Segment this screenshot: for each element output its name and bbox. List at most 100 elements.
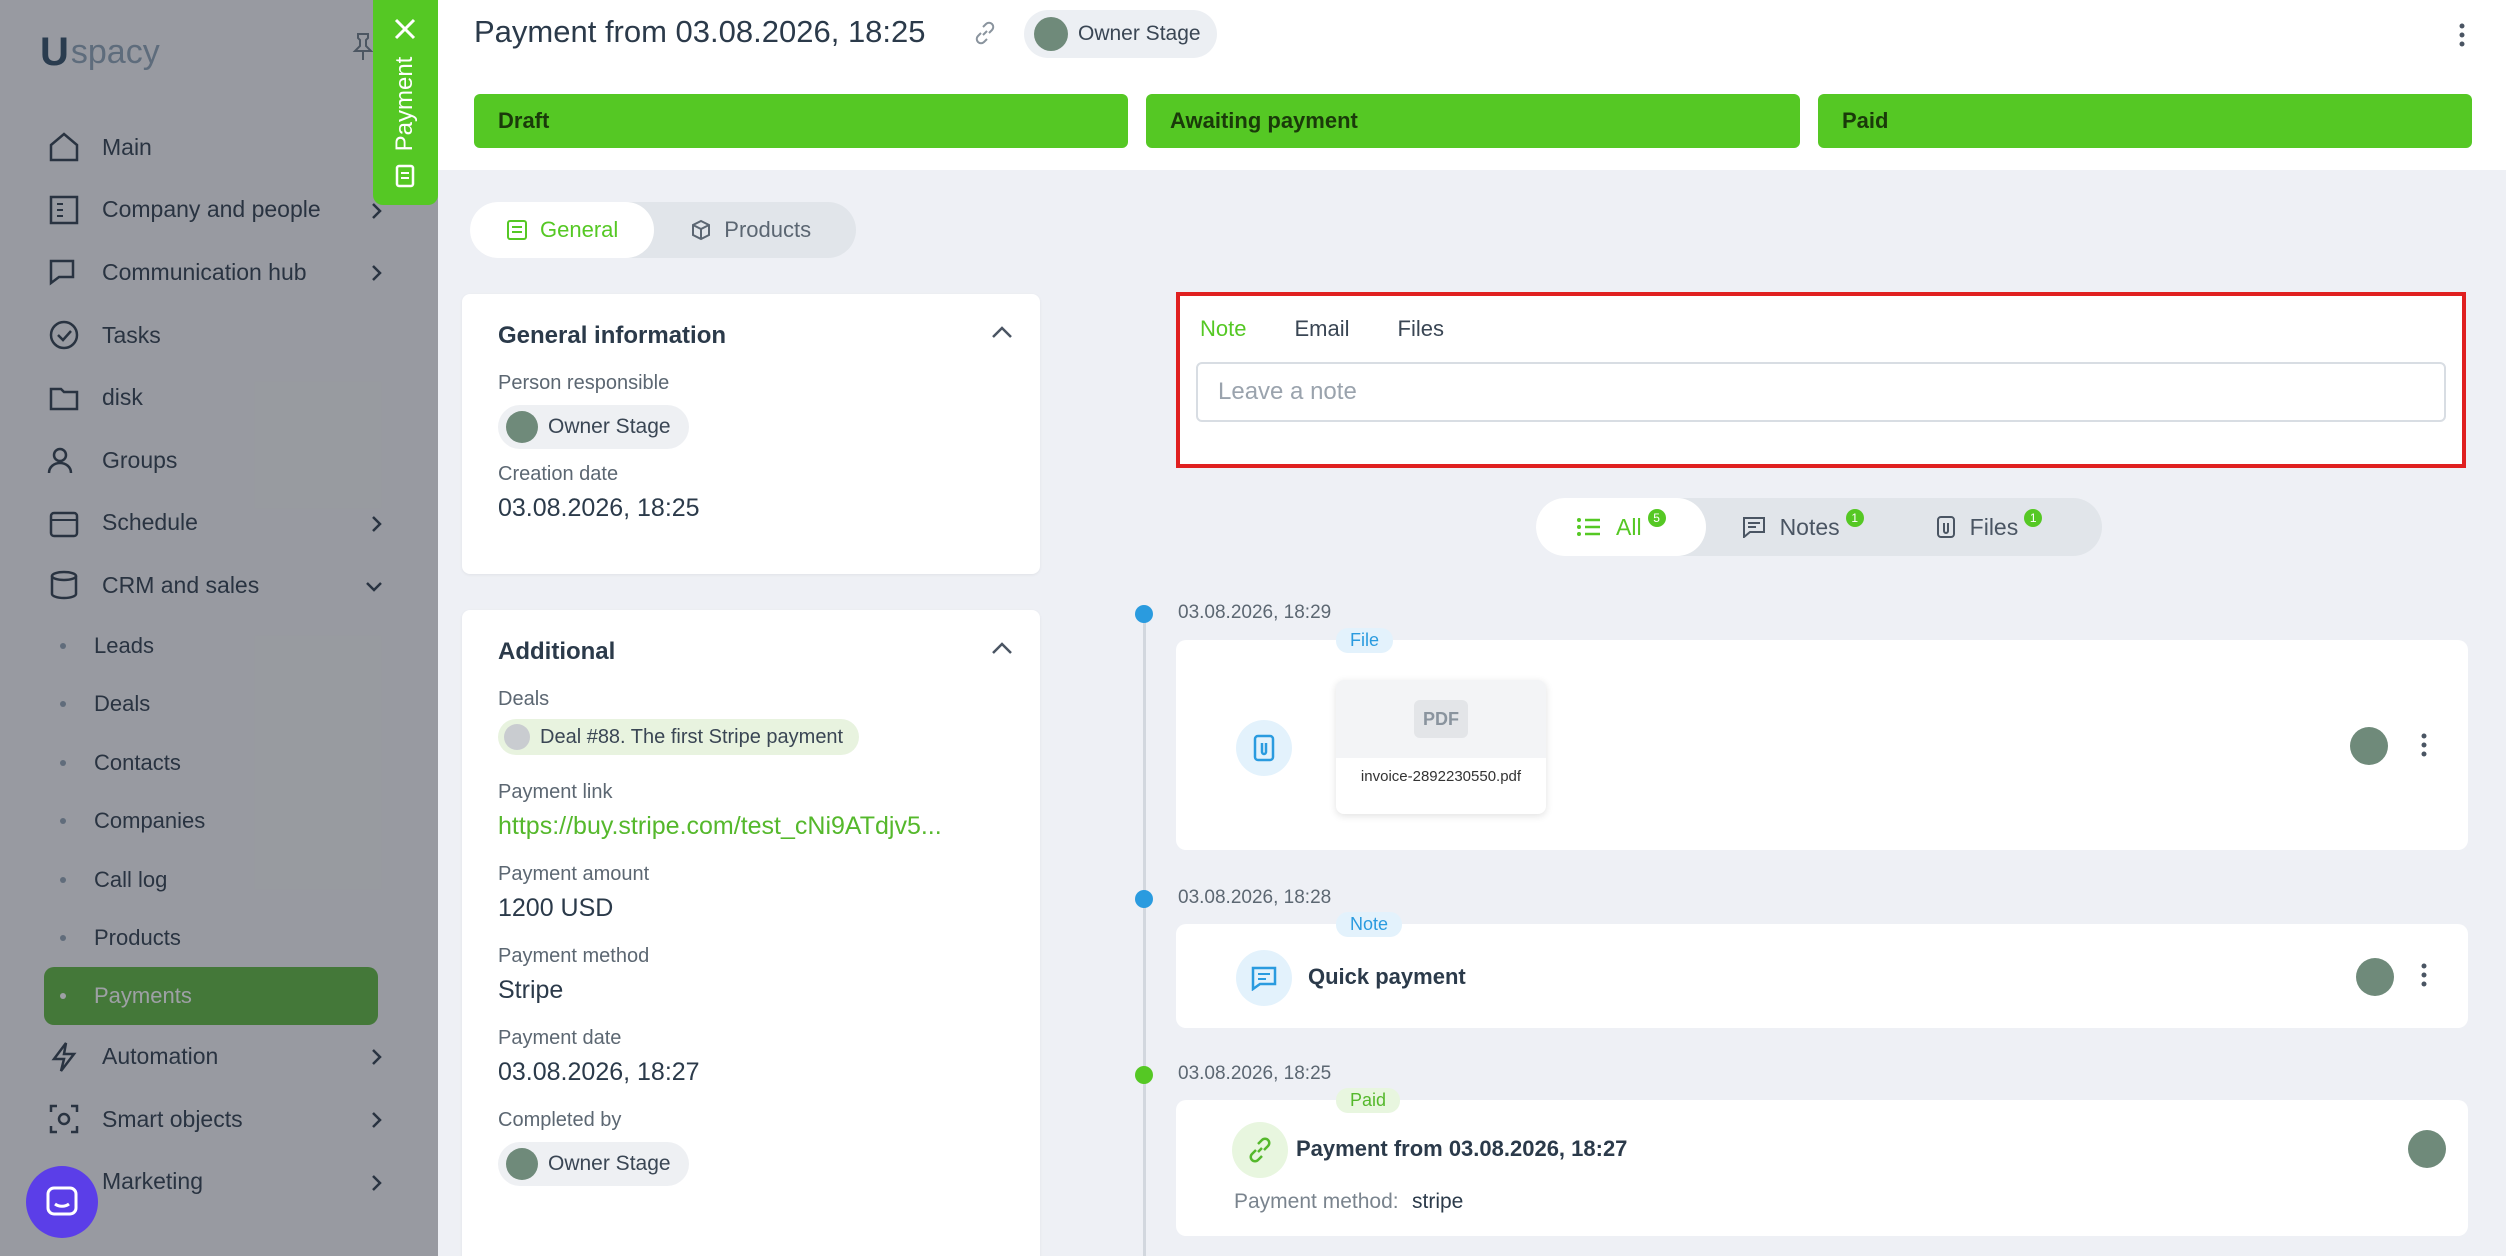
file-icon [1936, 516, 1955, 538]
field-label: Person responsible [498, 372, 670, 394]
payment-side-tab[interactable]: Payment [373, 0, 438, 205]
list-icon [1577, 518, 1600, 536]
chevron-up-icon[interactable] [990, 324, 1014, 340]
timeline-dot [1135, 605, 1153, 623]
filter-files[interactable]: Files 1 [1900, 498, 2079, 556]
payment-amount-value: 1200 USD [498, 894, 614, 922]
timeline-dot [1135, 1066, 1153, 1084]
field-label: Payment amount [498, 863, 650, 885]
field-label: Payment method [498, 945, 650, 967]
composer-tabs: Note Email Files [1200, 316, 1444, 342]
filter-label: Notes [1779, 513, 1840, 540]
timeline-dot [1135, 890, 1153, 908]
filter-all[interactable]: All 5 [1536, 498, 1706, 556]
chat-support-button[interactable] [26, 1166, 98, 1238]
field-label: Payment method: [1234, 1190, 1399, 1213]
timeline-tag: Paid [1336, 1088, 1401, 1113]
creation-date-value: 03.08.2026, 18:25 [498, 494, 700, 522]
avatar [506, 411, 538, 443]
chevron-up-icon[interactable] [990, 640, 1014, 656]
timeline-item-payment: Paid Payment from 03.08.2026, 18:27 Paym… [1176, 1088, 2468, 1236]
header: Payment from 03.08.2026, 18:25 Owner Sta… [438, 0, 2506, 170]
count-badge: 1 [1845, 509, 1864, 527]
tab-label: Products [724, 217, 812, 242]
additional-card: Additional Deals Deal #88. The first Str… [462, 610, 1040, 1256]
side-tab-label: Payment [391, 56, 418, 152]
field-label: Payment link [498, 781, 613, 803]
file-name: invoice-2892230550.pdf [1360, 768, 1522, 785]
avatar[interactable] [2350, 727, 2388, 765]
timeline-line [1143, 612, 1146, 1256]
payment-title[interactable]: Payment from 03.08.2026, 18:27 [1296, 1136, 1627, 1162]
note-icon [1236, 950, 1292, 1006]
person-name: Owner Stage [548, 415, 671, 438]
timeline-date: 03.08.2026, 18:25 [1178, 1063, 1332, 1084]
payment-detail-panel: Payment from 03.08.2026, 18:25 Owner Sta… [438, 0, 2506, 1256]
box-icon [692, 219, 711, 241]
stage-draft[interactable]: Draft [474, 94, 1128, 148]
count-badge: 1 [2024, 509, 2043, 527]
filter-notes[interactable]: Notes 1 [1706, 498, 1900, 556]
note-composer: Note Email Files Leave a note [1176, 292, 2466, 468]
payment-method-value: Stripe [498, 976, 564, 1004]
note-text: Quick payment [1308, 964, 1466, 989]
field-label: Completed by [498, 1109, 622, 1131]
payment-link-icon [1232, 1122, 1288, 1178]
note-input[interactable]: Leave a note [1196, 362, 2446, 422]
stage-awaiting-payment[interactable]: Awaiting payment [1146, 94, 1800, 148]
more-options-icon[interactable] [2420, 732, 2428, 758]
more-options-icon[interactable] [2420, 962, 2428, 988]
person-responsible-chip[interactable]: Owner Stage [498, 405, 689, 449]
field-label: Creation date [498, 463, 619, 485]
file-icon [1236, 720, 1292, 776]
timeline-tag: Note [1336, 912, 1403, 937]
person-name: Owner Stage [548, 1152, 671, 1175]
deal-icon [504, 724, 530, 750]
link-icon[interactable] [972, 20, 998, 46]
tab-products[interactable]: Products [654, 202, 847, 258]
timeline-item-file: File PDF invoice-2892230550.pdf [1176, 628, 2468, 850]
filter-label: All [1616, 513, 1642, 540]
tab-note[interactable]: Note [1200, 316, 1246, 342]
payment-link[interactable]: https://buy.stripe.com/test_cNi9ATdjv5..… [498, 812, 1004, 841]
filter-label: Files [1969, 513, 2019, 540]
payment-date-value: 03.08.2026, 18:27 [498, 1058, 700, 1086]
tab-email[interactable]: Email [1294, 316, 1349, 342]
stage-bar: Draft Awaiting payment Paid [474, 94, 2472, 148]
count-badge: 5 [1647, 509, 1666, 527]
timeline-filter: All 5 Notes 1 Files 1 [1536, 498, 2102, 556]
timeline-date: 03.08.2026, 18:29 [1178, 602, 1332, 623]
tab-label: General [540, 217, 619, 242]
more-options-icon[interactable] [2458, 22, 2466, 48]
note-icon [1742, 517, 1765, 538]
payment-method-value: stripe [1412, 1190, 1464, 1213]
tab-general[interactable]: General [470, 202, 655, 258]
close-icon[interactable] [390, 14, 420, 44]
avatar[interactable] [2356, 958, 2394, 996]
timeline-date: 03.08.2026, 18:28 [1178, 887, 1332, 908]
document-icon [395, 164, 415, 188]
avatar[interactable] [2408, 1130, 2446, 1168]
section-title: General information [498, 322, 727, 349]
owner-chip[interactable]: Owner Stage [1024, 10, 1217, 58]
file-preview: PDF [1336, 680, 1546, 758]
page-title: Payment from 03.08.2026, 18:25 [474, 14, 926, 49]
general-information-card: General information Person responsible O… [462, 294, 1040, 574]
timeline-tag: File [1336, 628, 1394, 653]
field-label: Deals [498, 688, 550, 710]
tab-files[interactable]: Files [1398, 316, 1444, 342]
document-icon [507, 220, 527, 240]
file-attachment[interactable]: PDF invoice-2892230550.pdf [1336, 680, 1546, 814]
pdf-icon: PDF [1414, 700, 1468, 738]
detail-tabs: General Products [470, 202, 856, 258]
field-label: Payment date [498, 1027, 622, 1049]
completed-by-chip[interactable]: Owner Stage [498, 1142, 689, 1186]
timeline-item-note: Note Quick payment [1176, 912, 2468, 1028]
avatar [1034, 17, 1068, 51]
avatar [506, 1148, 538, 1180]
chat-icon [46, 1186, 78, 1216]
deal-name: Deal #88. The first Stripe payment [540, 725, 844, 748]
stage-paid[interactable]: Paid [1818, 94, 2472, 148]
section-title: Additional [498, 638, 616, 665]
deal-chip[interactable]: Deal #88. The first Stripe payment [498, 719, 860, 755]
